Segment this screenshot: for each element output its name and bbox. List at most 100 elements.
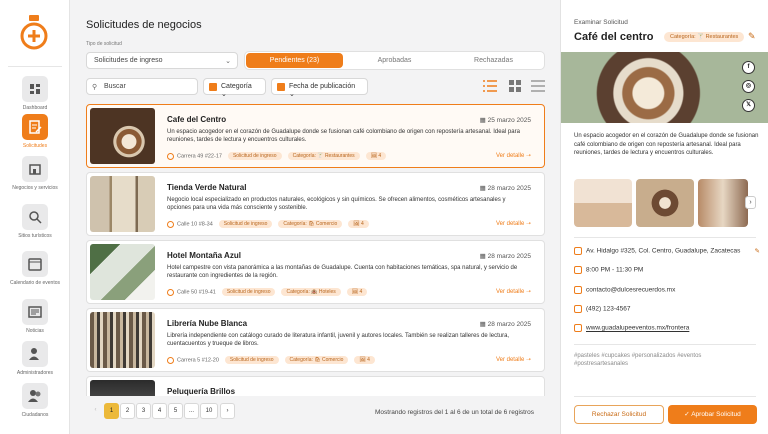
category-filter-button[interactable]: Categoría ⌄ bbox=[203, 78, 266, 98]
tab-pendientes[interactable]: Pendientes (23) bbox=[246, 53, 343, 68]
image-count-chip: 🖼 4 bbox=[365, 152, 387, 160]
page-button[interactable]: 4 bbox=[152, 403, 167, 419]
gallery-image[interactable] bbox=[636, 179, 694, 227]
location-icon bbox=[167, 288, 174, 296]
view-detail-link[interactable]: Ver detalle ➝ bbox=[496, 220, 531, 227]
sidebar-item-label: Administradores bbox=[16, 370, 54, 376]
edit-pencil-icon[interactable]: ✎ bbox=[748, 31, 756, 42]
address-row: Av. Hidalgo #325, Col. Centro, Guadalupe… bbox=[574, 247, 760, 255]
request-card[interactable]: Cafe del Centro ▦ 25 marzo 2025 Un espac… bbox=[86, 104, 545, 168]
next-page-button[interactable]: › bbox=[220, 403, 235, 419]
calendar-icon bbox=[277, 83, 285, 91]
tab-rechazadas[interactable]: Rechazadas bbox=[445, 53, 542, 68]
date-filter-button[interactable]: Fecha de publicación ⌄ bbox=[271, 78, 368, 98]
category-icon bbox=[209, 83, 217, 91]
panel-title: Café del centro bbox=[574, 31, 654, 43]
website-row[interactable]: www.guadalupeeventos.mx/frontera bbox=[574, 324, 689, 332]
page-button[interactable]: 10 bbox=[200, 403, 218, 419]
newspaper-icon bbox=[22, 299, 48, 325]
card-date-text: 28 marzo 2025 bbox=[487, 253, 531, 260]
check-icon: ✓ bbox=[684, 411, 690, 418]
search-icon: ⚲ bbox=[92, 84, 98, 91]
arrow-right-icon: ➝ bbox=[525, 221, 531, 227]
panel-subtitle: Examinar Solicitud bbox=[574, 19, 628, 26]
x-twitter-icon[interactable]: 𝕏 bbox=[742, 99, 755, 112]
mail-icon bbox=[574, 286, 582, 294]
detail-panel: Examinar Solicitud Café del centro Categ… bbox=[560, 0, 768, 434]
type-chip: Solicitud de ingreso bbox=[224, 356, 279, 364]
request-card[interactable]: Librería Nube Blanca ▦ 28 marzo 2025 Lib… bbox=[86, 308, 545, 372]
page-button[interactable]: 5 bbox=[168, 403, 183, 419]
clock-icon bbox=[574, 266, 582, 274]
sidebar-item-administradores[interactable]: Administradores bbox=[6, 341, 64, 376]
card-date: ▦ 25 marzo 2025 bbox=[480, 116, 531, 124]
grid-view-icon[interactable] bbox=[508, 80, 522, 92]
request-type-value: Solicitudes de ingreso bbox=[94, 57, 163, 64]
view-detail-link[interactable]: Ver detalle ➝ bbox=[496, 356, 531, 363]
sidebar-item-label: Dashboard bbox=[22, 105, 48, 111]
card-thumbnail bbox=[90, 176, 155, 232]
arrow-right-icon: ➝ bbox=[525, 289, 531, 295]
hero-image bbox=[561, 52, 768, 123]
request-card[interactable]: Peluquería Brillos bbox=[86, 376, 545, 396]
tags: #pasteles #cupcakes #personalizados #eve… bbox=[574, 353, 702, 367]
sidebar-item-label: Negocios y servicios bbox=[12, 185, 58, 191]
tab-aprobadas[interactable]: Aprobadas bbox=[346, 53, 443, 68]
page-button[interactable]: 1 bbox=[104, 403, 119, 419]
status-tabs: Pendientes (23) Aprobadas Rechazadas bbox=[244, 51, 545, 70]
page-button[interactable]: 2 bbox=[120, 403, 135, 419]
compact-view-icon[interactable] bbox=[531, 80, 545, 92]
reject-button[interactable]: Rechazar Solicitud bbox=[574, 405, 664, 424]
divider bbox=[574, 344, 756, 345]
list-view-icon[interactable] bbox=[483, 80, 497, 92]
sidebar-item-sitios[interactable]: Sitios turísticos bbox=[6, 204, 64, 239]
chevron-down-icon: ⌄ bbox=[289, 91, 295, 98]
location-icon bbox=[167, 356, 174, 364]
card-address: Calle 50 #19-41 bbox=[177, 289, 216, 296]
view-detail-label: Ver detalle bbox=[495, 357, 525, 363]
view-detail-label: Ver detalle bbox=[495, 153, 525, 159]
view-detail-link[interactable]: Ver detalle ➝ bbox=[496, 152, 531, 159]
chevron-right-icon[interactable]: › bbox=[745, 196, 756, 209]
hours-text: 8:00 PM - 11:30 PM bbox=[586, 266, 644, 274]
sidebar-item-dashboard[interactable]: Dashboard bbox=[6, 76, 64, 111]
facebook-icon[interactable]: f bbox=[742, 61, 755, 74]
gallery-image[interactable] bbox=[698, 179, 748, 227]
social-links: f ◎ 𝕏 bbox=[742, 61, 756, 118]
globe-icon bbox=[574, 324, 582, 332]
gallery-image[interactable] bbox=[574, 179, 632, 227]
page-button[interactable]: 3 bbox=[136, 403, 151, 419]
edit-pencil-icon[interactable]: ✎ bbox=[755, 247, 760, 255]
card-meta: Calle 10 #8-34 Solicitud de ingreso Catego… bbox=[167, 220, 369, 230]
search-placeholder: Buscar bbox=[104, 83, 126, 90]
request-card[interactable]: Hotel Montaña Azul ▦ 28 marzo 2025 Hotel… bbox=[86, 240, 545, 304]
instagram-icon[interactable]: ◎ bbox=[742, 80, 755, 93]
admin-users-icon bbox=[22, 341, 48, 367]
calendar-icon bbox=[22, 251, 48, 277]
type-chip: Solicitud de ingreso bbox=[221, 288, 276, 296]
divider bbox=[574, 237, 756, 238]
card-date-text: 25 marzo 2025 bbox=[487, 117, 531, 124]
sidebar-item-ciudadanos[interactable]: Ciudadanos bbox=[6, 383, 64, 418]
view-detail-link[interactable]: Ver detalle ➝ bbox=[496, 288, 531, 295]
image-count-chip: 🖼 4 bbox=[354, 356, 375, 364]
approve-button[interactable]: ✓ Aprobar Solicitud bbox=[668, 405, 757, 424]
card-thumbnail bbox=[90, 108, 155, 164]
request-type-select[interactable]: Solicitudes de ingreso ⌄ bbox=[86, 52, 238, 69]
prev-page-button[interactable]: ‹ bbox=[88, 403, 103, 419]
sidebar-item-solicitudes[interactable]: Solicitudes bbox=[6, 114, 64, 149]
type-chip: Solicitud de ingreso bbox=[218, 220, 273, 228]
card-title: Peluquería Brillos bbox=[167, 387, 236, 396]
card-thumbnail bbox=[90, 380, 155, 396]
sidebar-item-negocios[interactable]: Negocios y servicios bbox=[6, 156, 64, 191]
sidebar-item-calendario[interactable]: Calendario de eventos bbox=[6, 251, 64, 286]
card-meta: Carrera 49 #22-17 Solicitud de ingreso Cat… bbox=[167, 152, 387, 162]
category-chip: Categoría: 🛍 Comercio bbox=[284, 356, 349, 364]
request-card[interactable]: Tienda Verde Natural ▦ 28 marzo 2025 Neg… bbox=[86, 172, 545, 236]
view-detail-label: Ver detalle bbox=[495, 289, 525, 295]
sidebar-item-noticias[interactable]: Noticias bbox=[6, 299, 64, 334]
search-input[interactable]: ⚲ Buscar bbox=[86, 78, 198, 95]
location-icon bbox=[574, 247, 582, 255]
card-title: Hotel Montaña Azul bbox=[167, 251, 241, 260]
divider bbox=[574, 396, 756, 397]
